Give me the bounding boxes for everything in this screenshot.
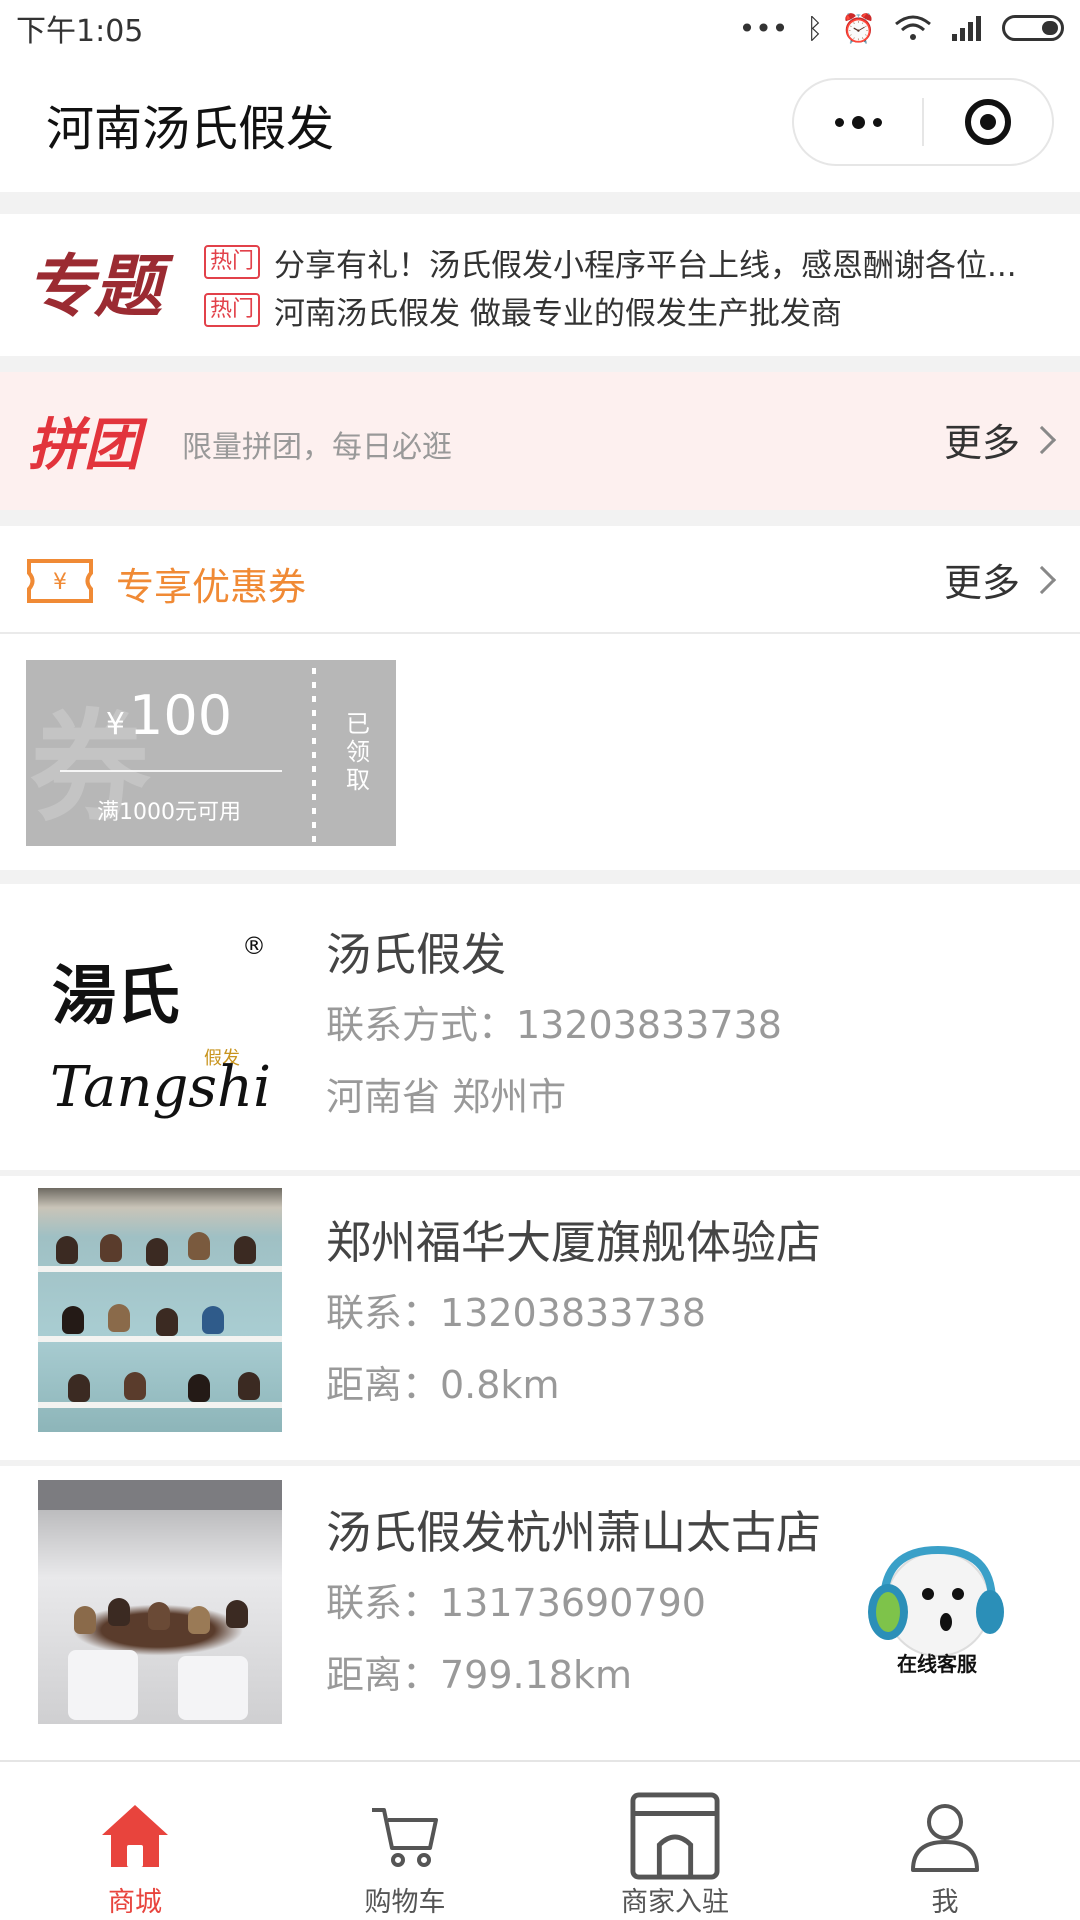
tab-me[interactable]: 我: [810, 1762, 1080, 1920]
group-buy-more-link[interactable]: 更多: [943, 412, 1057, 467]
store-contact: 联系方式：13203833738: [326, 1003, 782, 1047]
svg-text:®: ®: [242, 932, 266, 960]
section-gap: [0, 192, 1080, 214]
signal-icon: [952, 16, 981, 41]
currency-symbol: ¥: [105, 707, 125, 742]
status-time: 下午1:05: [16, 14, 144, 49]
store-distance: 距离：799.18km: [326, 1653, 632, 1697]
svg-text:拼团: 拼团: [28, 413, 148, 472]
coupon-section-header: ¥ 专享优惠券 更多: [0, 526, 1080, 634]
status-icons: ••• ᛒ ⏰: [739, 12, 1064, 45]
section-gap: [0, 510, 1080, 526]
store-address: 河南省 郑州市: [326, 1075, 567, 1119]
topic-item-text: 河南汤氏假发 做最专业的假发生产批发商: [274, 295, 842, 332]
topic-item[interactable]: 热门 河南汤氏假发 做最专业的假发生产批发商: [204, 290, 842, 332]
wifi-icon: [895, 15, 931, 40]
store-photo: [38, 1188, 282, 1432]
store-contact: 联系：13203833738: [326, 1291, 706, 1335]
brand-logo: ® 湯氏 假发 Tangshi: [50, 932, 271, 1120]
group-buy-logo: 拼团: [28, 413, 148, 472]
store-photo: [38, 1480, 282, 1724]
nav-bar: 河南汤氏假发: [0, 56, 1080, 192]
user-icon: [900, 1796, 990, 1876]
store-distance: 距离：0.8km: [326, 1363, 560, 1407]
chevron-right-icon: [1027, 565, 1057, 594]
svg-text:湯氏: 湯氏: [52, 959, 180, 1034]
store-name: 汤氏假发: [326, 928, 507, 981]
coupon-card[interactable]: 券 ¥100 满1000元可用 已领取: [20, 660, 402, 846]
alarm-icon: ⏰: [841, 11, 876, 45]
more-label: 更多: [943, 561, 1020, 605]
more-dots-icon: [834, 115, 882, 129]
coupon-list: 券 ¥100 满1000元可用 已领取: [0, 636, 1080, 870]
close-mini-program-button[interactable]: [924, 80, 1052, 164]
menu-more-button[interactable]: [794, 80, 922, 164]
tab-cart[interactable]: 购物车: [270, 1762, 540, 1920]
mini-program-capsule: [792, 78, 1054, 166]
group-buy-subtitle: 限量拼团，每日必逛: [182, 430, 452, 465]
store-contact: 联系：13173690790: [326, 1581, 706, 1625]
coupon-condition: 满1000元可用: [97, 800, 241, 825]
online-service-button[interactable]: 在线客服: [862, 1536, 1012, 1676]
hot-badge: 热门: [204, 293, 261, 327]
chevron-right-icon: [1027, 425, 1057, 454]
coupon-ticket-icon: ¥: [27, 559, 93, 603]
tab-mall[interactable]: 商城: [0, 1762, 270, 1920]
target-close-icon: [965, 99, 1011, 145]
tab-label: 商家入驻: [621, 1887, 729, 1918]
tab-label: 商城: [108, 1887, 162, 1918]
page-title: 河南汤氏假发: [46, 101, 335, 157]
topic-item-text: 分享有礼！汤氏假发小程序平台上线，感恩酬谢各位...: [274, 247, 1017, 284]
more-dots-icon: •••: [738, 11, 789, 45]
home-icon: [90, 1796, 180, 1876]
tab-merchant-join[interactable]: 商家入驻: [540, 1762, 810, 1920]
store-list-item[interactable]: 郑州福华大厦旗舰体验店 联系：13203833738 距离：0.8km: [0, 1176, 1080, 1460]
svg-text:Tangshi: Tangshi: [50, 1055, 271, 1120]
coupon-edge: [390, 660, 402, 846]
coupon-edge: [20, 660, 32, 846]
store-name: 汤氏假发杭州萧山太古店: [326, 1506, 822, 1559]
hot-badge: 热门: [204, 245, 261, 279]
tab-bar: 商城 购物车 商家入驻 我: [0, 1760, 1080, 1920]
bluetooth-icon: ᛒ: [806, 11, 824, 45]
topic-item[interactable]: 热门 分享有礼！汤氏假发小程序平台上线，感恩酬谢各位...: [204, 242, 1017, 284]
coupon-more-link[interactable]: 更多: [943, 552, 1057, 607]
tab-label: 购物车: [364, 1887, 446, 1918]
coupon-section-title: 专享优惠券: [116, 565, 307, 609]
section-gap: [0, 356, 1080, 372]
coupon-amount: ¥100: [26, 684, 312, 747]
tab-label: 我: [931, 1887, 959, 1918]
coupon-value: 100: [129, 684, 233, 747]
online-service-label: 在线客服: [897, 1652, 977, 1676]
topic-logo: 专题: [26, 248, 174, 324]
battery-icon: [1002, 15, 1064, 41]
coupon-divider: [60, 770, 282, 772]
coupon-status-text: 已领取: [341, 711, 370, 795]
coupon-status: 已领取: [316, 660, 396, 846]
store-name: 郑州福华大厦旗舰体验店: [326, 1216, 822, 1269]
storefront-icon: [630, 1792, 720, 1880]
brand-card[interactable]: ® 湯氏 假发 Tangshi 汤氏假发 联系方式：13203833738 河南…: [0, 884, 1080, 1170]
svg-text:¥: ¥: [53, 570, 67, 595]
headset-mascot-icon: [868, 1545, 1004, 1657]
more-label: 更多: [943, 421, 1020, 465]
group-buy-banner[interactable]: 拼团 限量拼团，每日必逛 更多: [0, 372, 1080, 510]
section-gap: [0, 870, 1080, 884]
status-bar: 下午1:05 ••• ᛒ ⏰: [0, 0, 1080, 56]
topic-section: 专题 热门 分享有礼！汤氏假发小程序平台上线，感恩酬谢各位... 热门 河南汤氏…: [0, 214, 1080, 356]
svg-text:专题: 专题: [26, 248, 174, 324]
coupon-main: 券 ¥100 满1000元可用: [26, 660, 312, 846]
cart-icon: [360, 1796, 450, 1876]
